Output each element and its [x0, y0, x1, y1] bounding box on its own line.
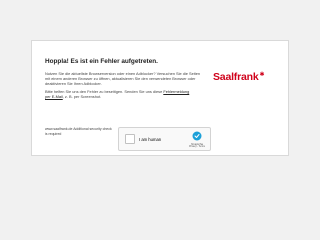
page-background: Hoppla! Es ist ein Fehler aufgetreten. N…	[0, 0, 320, 240]
logo-star-icon: ✱	[259, 71, 265, 78]
recaptcha-icon	[192, 131, 202, 141]
error-card: Hoppla! Es ist ein Fehler aufgetreten. N…	[31, 40, 289, 156]
captcha-checkbox[interactable]	[125, 134, 135, 144]
captcha-widget: I am human hCaptcha Privacy - Terms	[118, 127, 211, 151]
security-check-note: www.saalfrank.de Additional security che…	[45, 127, 112, 136]
help-text-end: , z. B. per Screenshot.	[62, 94, 102, 100]
captcha-privacy-terms-links[interactable]: Privacy - Terms	[188, 146, 206, 148]
error-title: Hoppla! Es ist ein Fehler aufgetreten.	[45, 58, 158, 65]
error-description: Nutzen Sie die aktuellste Browserversion…	[45, 71, 201, 87]
error-help-text: Bitte helfen Sie uns den Fehler zu besei…	[45, 89, 195, 99]
logo-text: Saalfrank	[213, 71, 259, 83]
saalfrank-logo: Saalfrank ✱	[213, 71, 265, 83]
captcha-branding: hCaptcha Privacy - Terms	[188, 131, 206, 148]
captcha-label: I am human	[139, 137, 162, 142]
